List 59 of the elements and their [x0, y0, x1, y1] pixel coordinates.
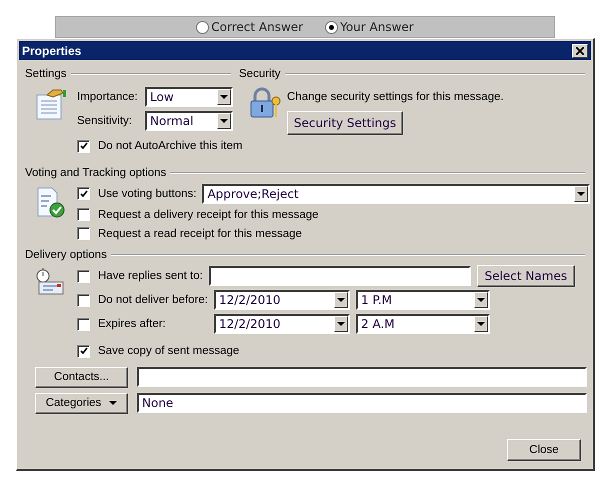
window-title: Properties	[22, 44, 82, 58]
dropdown-arrow-icon	[337, 298, 345, 302]
replies-input-field[interactable]	[208, 266, 471, 286]
check-mark-icon	[80, 190, 88, 198]
section-heading: Settings	[25, 68, 67, 80]
categories-input-field[interactable]: None	[137, 393, 587, 413]
dropdown-arrow-icon	[337, 322, 345, 326]
select-names-button[interactable]: Select Names	[476, 265, 575, 287]
padlock-key-icon	[249, 87, 281, 119]
date-dropdown[interactable]: 12/2/2010	[214, 314, 350, 334]
radio-button[interactable]	[196, 20, 210, 34]
checkbox[interactable]	[77, 270, 90, 282]
checkbox-label: Request a read receipt for this message	[98, 228, 302, 240]
check-mark-icon	[80, 142, 88, 150]
time-dropdown[interactable]: 2 A.M	[356, 314, 490, 334]
checkbox[interactable]	[77, 227, 90, 240]
section-heading: Voting and Tracking options	[25, 166, 166, 178]
checkbox[interactable]	[77, 294, 90, 306]
contacts-input-field[interactable]	[137, 367, 587, 387]
checkbox-label: Do not deliver before:	[98, 294, 208, 306]
dropdown-arrow-icon	[477, 298, 485, 302]
checkbox-label: Have replies sent to:	[98, 270, 203, 282]
checkbox[interactable]	[77, 187, 90, 200]
checkbox-label: Use voting buttons:	[98, 188, 196, 200]
close-button[interactable]	[572, 44, 588, 58]
field-label: Sensitivity:	[77, 115, 133, 127]
dropdown-arrow-icon	[220, 95, 228, 99]
voting-dropdown[interactable]: Approve;Reject	[202, 184, 590, 204]
checkbox[interactable]	[77, 140, 90, 152]
close-icon	[576, 46, 584, 54]
categories-button[interactable]: Categories	[35, 392, 128, 414]
checkbox-label: Expires after:	[98, 318, 167, 330]
checkbox[interactable]	[77, 208, 90, 221]
dropdown-arrow-icon	[477, 322, 485, 326]
checkbox-label: Request a delivery receipt for this message	[98, 208, 319, 220]
checkbox-label: Save copy of sent message	[98, 345, 240, 357]
contacts-button[interactable]: Contacts...	[35, 366, 128, 388]
checkbox[interactable]	[77, 344, 90, 358]
document-hand-icon	[35, 89, 67, 121]
checkbox-label: Do not AutoArchive this item	[98, 140, 242, 152]
section-heading: Security	[239, 68, 281, 80]
radio-button[interactable]	[325, 20, 338, 34]
close-button[interactable]: Close	[507, 439, 581, 461]
dropdown[interactable]: Normal	[145, 111, 233, 131]
security-settings-button[interactable]: Security Settings	[287, 111, 403, 135]
radio-label: Correct Answer	[211, 20, 304, 34]
date-dropdown[interactable]: 12/2/2010	[214, 290, 350, 310]
dropdown-arrow-icon	[109, 401, 118, 405]
security-description: Change security settings for this message.	[287, 91, 504, 103]
time-dropdown[interactable]: 1 P.M	[356, 290, 490, 310]
checklist-icon	[35, 186, 67, 218]
field-label: Importance:	[77, 91, 139, 103]
check-mark-icon	[80, 347, 88, 355]
checkbox[interactable]	[77, 318, 90, 330]
dropdown[interactable]: Low	[145, 87, 233, 107]
section-heading: Delivery options	[25, 248, 107, 260]
radio-label: Your Answer	[340, 20, 414, 34]
dropdown-arrow-icon	[577, 192, 586, 196]
dropdown-arrow-icon	[220, 119, 228, 123]
